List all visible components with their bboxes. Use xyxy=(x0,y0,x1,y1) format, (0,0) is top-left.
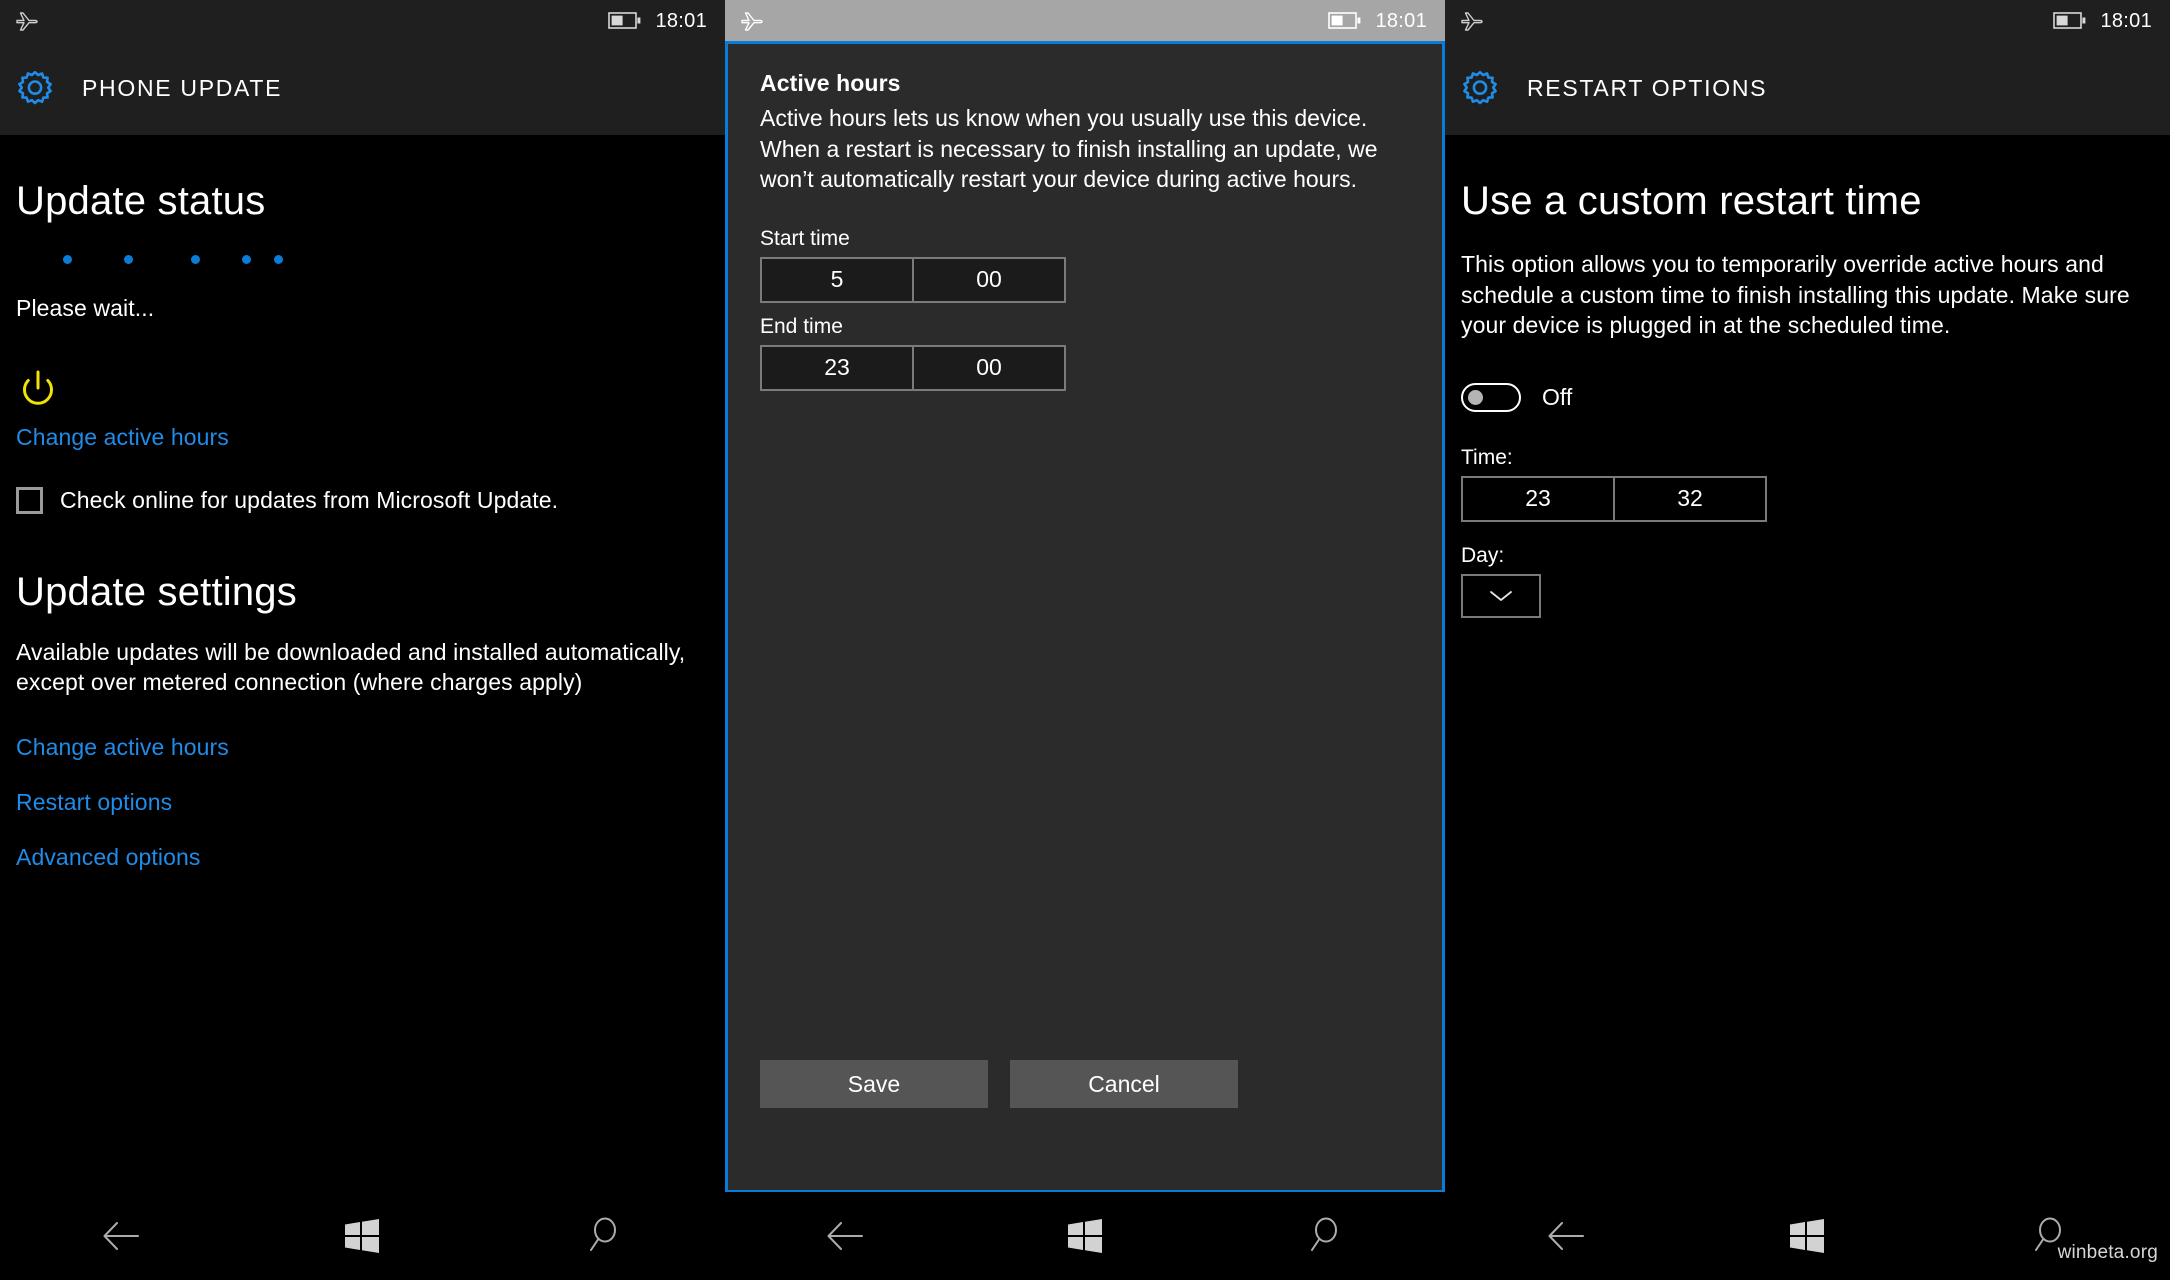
back-icon[interactable] xyxy=(1544,1213,1590,1259)
status-bar-clock: 18:01 xyxy=(1375,9,1427,32)
end-time-label: End time xyxy=(760,314,843,338)
panel-restart-options: 18:01 RESTART OPTIONS Use a custom resta… xyxy=(1445,0,2170,1280)
status-bar-right: 18:01 xyxy=(1445,0,2170,41)
windows-icon[interactable] xyxy=(1787,1216,1827,1256)
custom-restart-heading: Use a custom restart time xyxy=(1461,179,1922,223)
check-online-label: Check online for updates from Microsoft … xyxy=(60,486,559,513)
three-panel-screenshot: 18:01 PHONE UPDATE Update status Please … xyxy=(0,0,2170,1280)
status-bar-right-group: 18:01 xyxy=(1328,11,1427,31)
airplane-mode-icon xyxy=(1459,9,1485,33)
progress-dot xyxy=(274,255,283,264)
link-change-active-hours[interactable]: Change active hours xyxy=(16,734,229,761)
end-time-field: End time 23 00 xyxy=(760,315,1410,391)
status-bar-left-group xyxy=(1459,9,1485,33)
progress-dot xyxy=(191,255,200,264)
day-dropdown[interactable] xyxy=(1461,573,1541,618)
restart-time-hour[interactable]: 23 xyxy=(1463,478,1613,520)
app-header-right: RESTART OPTIONS xyxy=(1445,41,2170,135)
time-label: Time: xyxy=(1461,445,1513,469)
restart-time-input[interactable]: 23 32 xyxy=(1461,475,1767,522)
save-button[interactable]: Save xyxy=(760,1060,988,1108)
custom-restart-toggle-row[interactable]: Off xyxy=(1461,382,2154,412)
status-bar-clock: 18:01 xyxy=(2100,9,2152,32)
windows-icon[interactable] xyxy=(1065,1216,1105,1256)
progress-dot xyxy=(242,255,251,264)
update-status-heading: Update status xyxy=(16,179,266,223)
dialog-description: Active hours lets us know when you usual… xyxy=(760,105,1378,193)
settings-gear-icon xyxy=(1459,67,1501,109)
progress-dots xyxy=(16,249,709,275)
change-active-hours-link-1-wrap: Change active hours xyxy=(16,424,709,451)
watermark: winbeta.org xyxy=(2057,1242,2158,1263)
status-bar-right-group: 18:01 xyxy=(2053,11,2152,31)
dialog-title: Active hours xyxy=(760,70,901,96)
battery-icon xyxy=(608,11,642,30)
toggle-knob xyxy=(1468,389,1483,405)
start-time-hour[interactable]: 5 xyxy=(762,259,912,301)
status-bar-left: 18:01 xyxy=(0,0,725,41)
end-time-minute[interactable]: 00 xyxy=(912,346,1064,389)
panel-phone-update: 18:01 PHONE UPDATE Update status Please … xyxy=(0,0,725,1280)
airplane-mode-icon xyxy=(739,9,765,33)
status-text: Please wait... xyxy=(16,295,155,321)
toggle-state-label: Off xyxy=(1542,383,1573,410)
time-field: Time: 23 32 xyxy=(1461,446,2154,522)
app-title: RESTART OPTIONS xyxy=(1527,74,1768,101)
panel-active-hours-dialog: 18:01 Active hours Active hours lets us … xyxy=(725,0,1445,1280)
battery-icon xyxy=(2053,11,2087,30)
navigation-bar-right xyxy=(1445,1192,2170,1280)
active-hours-dialog: Active hours Active hours lets us know w… xyxy=(725,41,1445,1193)
progress-dot xyxy=(63,255,72,264)
custom-restart-description: This option allows you to temporarily ov… xyxy=(1461,251,2130,339)
cancel-button[interactable]: Cancel xyxy=(1010,1060,1238,1108)
change-active-hours-link[interactable]: Change active hours xyxy=(16,424,229,451)
windows-icon[interactable] xyxy=(342,1216,382,1256)
chevron-down-icon xyxy=(1488,589,1514,603)
status-bar-mid: 18:01 xyxy=(725,0,1445,41)
start-time-minute[interactable]: 00 xyxy=(912,258,1064,301)
airplane-mode-icon xyxy=(14,9,40,33)
start-time-label: Start time xyxy=(760,226,850,250)
check-online-row[interactable]: Check online for updates from Microsoft … xyxy=(16,486,709,514)
back-icon[interactable] xyxy=(823,1213,869,1259)
navigation-bar-left xyxy=(0,1192,725,1280)
dialog-button-row: Save Cancel xyxy=(760,1060,1238,1108)
battery-icon xyxy=(1328,11,1362,30)
status-bar-clock: 18:01 xyxy=(655,9,707,32)
start-time-field: Start time 5 00 xyxy=(760,227,1410,303)
end-time-hour[interactable]: 23 xyxy=(762,347,912,389)
app-header-left: PHONE UPDATE xyxy=(0,41,725,135)
navigation-bar-mid xyxy=(725,1192,1445,1280)
custom-restart-toggle[interactable] xyxy=(1461,382,1521,412)
link-restart-options[interactable]: Restart options xyxy=(16,789,172,816)
settings-gear-icon xyxy=(14,67,56,109)
check-online-checkbox[interactable] xyxy=(16,486,43,514)
back-icon[interactable] xyxy=(99,1213,145,1259)
panel-right-body: Use a custom restart time This option al… xyxy=(1445,179,2170,618)
start-time-input[interactable]: 5 00 xyxy=(760,256,1066,303)
update-settings-description: Available updates will be downloaded and… xyxy=(16,638,686,696)
link-advanced-options[interactable]: Advanced options xyxy=(16,844,200,871)
update-settings-heading: Update settings xyxy=(16,569,297,614)
search-icon[interactable] xyxy=(580,1213,626,1259)
progress-dot xyxy=(124,255,133,264)
update-settings-links: Change active hours Restart options Adva… xyxy=(16,734,709,871)
end-time-input[interactable]: 23 00 xyxy=(760,344,1066,391)
power-icon xyxy=(16,368,709,412)
app-title: PHONE UPDATE xyxy=(82,74,283,101)
status-bar-left-group xyxy=(739,9,765,33)
restart-time-minute[interactable]: 32 xyxy=(1613,477,1765,520)
day-field: Day: xyxy=(1461,544,2154,618)
status-bar-right-group: 18:01 xyxy=(608,11,707,31)
panel-left-body: Update status Please wait... Change acti… xyxy=(0,179,725,871)
search-icon[interactable] xyxy=(1301,1213,1347,1259)
status-bar-left-group xyxy=(14,9,40,33)
day-label: Day: xyxy=(1461,543,1505,567)
